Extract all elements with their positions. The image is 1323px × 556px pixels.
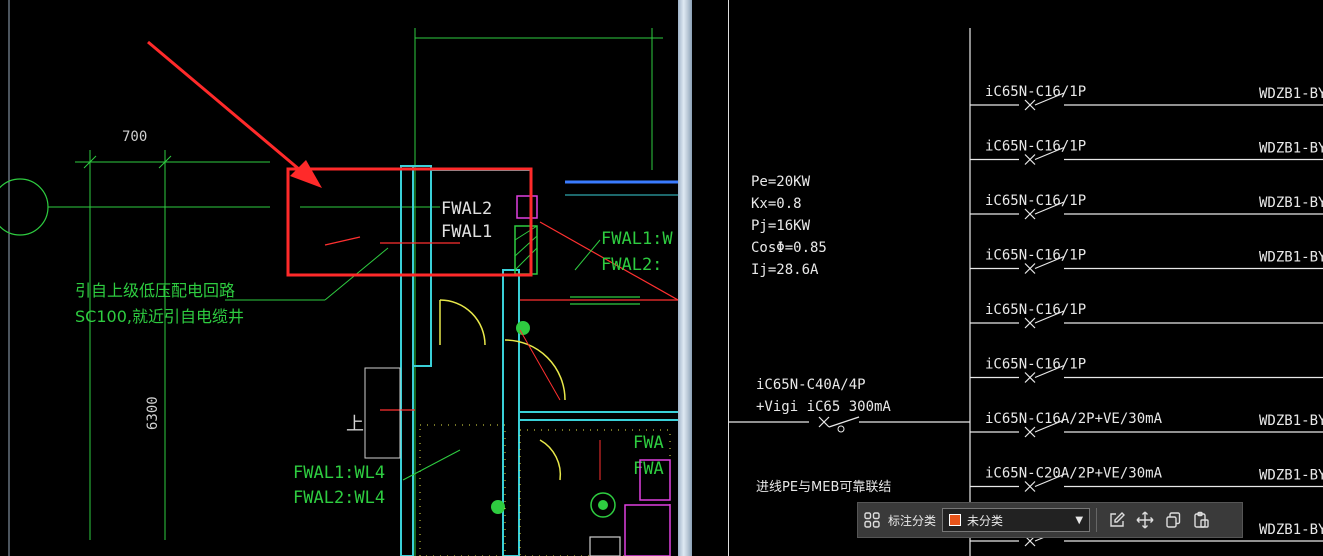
- grid-bubble: [0, 178, 49, 236]
- cable-label: WDZB1-BY: [1259, 468, 1323, 484]
- circuit-row[interactable]: iC65N-C16/1P: [970, 357, 1323, 383]
- left-drawing-viewport[interactable]: 700 6300 上 FWAL2 FWAL1 FWAL1:W FWAL2: 引自…: [0, 0, 678, 556]
- cable-label: WDZB1-BY: [1259, 195, 1323, 211]
- cable-label: WDZB1-BY: [1259, 522, 1323, 538]
- fwal2-label: FWAL2: [441, 199, 492, 219]
- fwal2-right-label: FWAL2:: [601, 255, 662, 275]
- move-icon[interactable]: [1131, 506, 1159, 534]
- copy-icon[interactable]: [1159, 506, 1187, 534]
- panel-gap: [692, 0, 728, 556]
- load-parameter: Ij=28.6A: [751, 262, 819, 278]
- chevron-down-icon: ▼: [1075, 514, 1084, 526]
- load-parameters: Pe=20KW Kx=0.8 Pj=16KW CosΦ=0.85 Ij=28.6A: [751, 174, 827, 278]
- circuit-row[interactable]: iC65N-C16/1P WDZB1-BY: [970, 193, 1323, 220]
- breaker-label: iC65N-C16/1P: [985, 139, 1086, 155]
- category-color-swatch: [949, 514, 962, 526]
- cable-label: WDZB1-BY: [1259, 86, 1323, 102]
- circuit-row[interactable]: iC65N-C16/1P: [970, 302, 1323, 329]
- pe-note: 进线PE与MEB可靠联结: [756, 480, 891, 495]
- bottom-label-2: FWAL2:WL4: [293, 488, 385, 508]
- grid-icon[interactable]: [858, 506, 886, 534]
- breaker-label: iC65N-C16/1P: [985, 357, 1086, 373]
- breaker-label: iC65N-C16A/2P+VE/30mA: [985, 411, 1163, 427]
- left-drawing-canvas: 700 6300 上 FWAL2 FWAL1 FWAL1:W FWAL2: 引自…: [0, 0, 678, 556]
- dimension-6300: 6300: [145, 396, 161, 430]
- circuit-row[interactable]: iC65N-C16/1P WDZB1-BY: [970, 139, 1323, 165]
- toolbar-separator: [1096, 508, 1098, 532]
- circuit-list: iC65N-C16/1P WDZB1-BY iC65N-C16/1P WDZB1-BY…: [970, 84, 1323, 547]
- breaker-label: iC65N-C20A/2P+VE/30mA: [985, 466, 1163, 482]
- category-selected-value: 未分类: [967, 513, 1004, 528]
- arrow-annotation: [147, 40, 301, 172]
- schematic-canvas: Pe=20KW Kx=0.8 Pj=16KW CosΦ=0.85 Ij=28.6A iC…: [729, 28, 1323, 556]
- circuit-row[interactable]: iC65N-C16/1P WDZB1-BY: [970, 248, 1323, 274]
- paste-icon[interactable]: [1187, 506, 1215, 534]
- edit-icon[interactable]: [1103, 506, 1131, 534]
- right-drawing-viewport[interactable]: Pe=20KW Kx=0.8 Pj=16KW CosΦ=0.85 Ij=28.6A iC…: [728, 0, 1323, 556]
- category-select[interactable]: 未分类 ▼: [942, 508, 1091, 532]
- annotation-toolbar: 标注分类 未分类 ▼: [857, 502, 1243, 538]
- main-breaker-line-1: iC65N-C40A/4P: [756, 377, 866, 393]
- load-parameter: Pe=20KW: [751, 174, 811, 190]
- note-line-2: SC100,就近引自电缆井: [75, 307, 244, 326]
- cable-label: WDZB1-BY: [1259, 413, 1323, 429]
- breaker-label: iC65N-C16/1P: [985, 84, 1086, 100]
- category-label: 标注分类: [888, 513, 937, 528]
- fwa-label-a: FWA: [633, 433, 664, 453]
- note-line-1: 引自上级低压配电回路: [75, 281, 235, 300]
- dimension-700: 700: [122, 129, 147, 145]
- fwal1-label: FWAL1: [441, 222, 492, 242]
- panel-divider[interactable]: [678, 0, 692, 556]
- load-parameter: Pj=16KW: [751, 218, 811, 234]
- load-parameter: Kx=0.8: [751, 196, 802, 212]
- circuit-row[interactable]: iC65N-C20A/2P+VE/30mA WDZB1-BY: [970, 466, 1323, 492]
- fwa-label-b: FWA: [633, 459, 664, 479]
- breaker-label: iC65N-C16/1P: [985, 248, 1086, 264]
- highlight-box: [286, 167, 533, 277]
- breaker-label: iC65N-C16/1P: [985, 193, 1086, 209]
- cable-label: WDZB1-BY: [1259, 250, 1323, 266]
- circuit-row[interactable]: iC65N-C16A/2P+VE/30mA WDZB1-BY: [970, 411, 1323, 438]
- bottom-label-1: FWAL1:WL4: [293, 463, 385, 483]
- main-breaker-line-2: +Vigi iC65 300mA: [756, 399, 891, 415]
- cable-label: WDZB1-BY: [1259, 141, 1323, 157]
- load-parameter: CosΦ=0.85: [751, 240, 827, 256]
- breaker-label: iC65N-C16/1P: [985, 302, 1086, 318]
- circuit-row[interactable]: iC65N-C16/1P WDZB1-BY: [970, 84, 1323, 111]
- stair-up-mark: 上: [346, 414, 364, 435]
- fwal1-right-label: FWAL1:W: [601, 229, 673, 249]
